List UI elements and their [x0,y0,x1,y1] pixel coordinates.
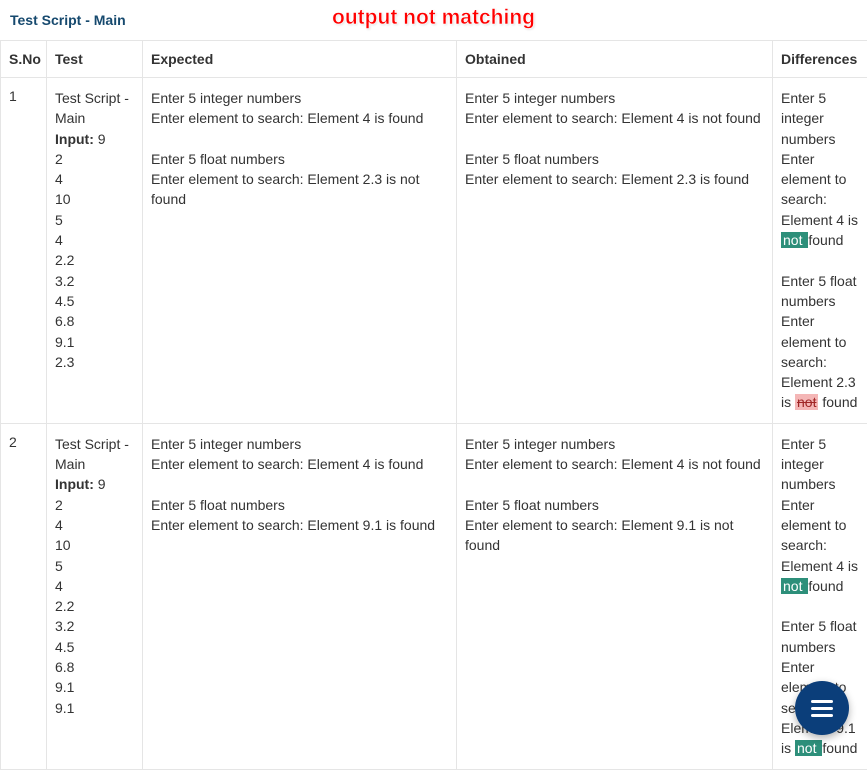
diff-text: found [818,394,857,410]
test-name: Test Script - Main [55,436,129,472]
diff-inserted: not [781,578,808,594]
cell-test: Test Script - Main Input: 9 2 4 10 5 4 2… [47,423,143,769]
col-obtained: Obtained [457,41,773,78]
cell-obtained: Enter 5 integer numbers Enter element to… [457,423,773,769]
diff-inserted: not [795,740,822,756]
cell-sno: 1 [1,78,47,424]
cell-obtained: Enter 5 integer numbers Enter element to… [457,78,773,424]
diff-text: found [808,232,843,248]
cell-sno: 2 [1,423,47,769]
cell-expected: Enter 5 integer numbers Enter element to… [143,423,457,769]
page-title: Test Script - Main [10,12,126,28]
input-first: 9 [98,131,106,147]
table-header-row: S.No Test Expected Obtained Differences [1,41,867,78]
diff-text: Enter 5 float numbers Enter element to s… [781,273,857,411]
menu-fab[interactable] [795,681,849,735]
table-row: 1 Test Script - Main Input: 9 2 4 10 5 4… [1,78,867,424]
hamburger-icon [811,707,833,710]
diff-inserted: not [781,232,808,248]
col-test: Test [47,41,143,78]
col-differences: Differences [773,41,867,78]
diff-text: Enter 5 integer numbers Enter element to… [781,90,858,228]
diff-text: found [822,740,857,756]
diff-deleted: not [795,394,818,410]
cell-test: Test Script - Main Input: 9 2 4 10 5 4 2… [47,78,143,424]
input-rest: 2 4 10 5 4 2.2 3.2 4.5 6.8 9.1 2.3 [55,151,74,370]
diff-text: found [808,578,843,594]
test-name: Test Script - Main [55,90,129,126]
overlay-annotation: output not matching [332,6,535,30]
table-row: 2 Test Script - Main Input: 9 2 4 10 5 4… [1,423,867,769]
col-expected: Expected [143,41,457,78]
cell-expected: Enter 5 integer numbers Enter element to… [143,78,457,424]
input-label: Input: [55,476,94,492]
col-sno: S.No [1,41,47,78]
header: Test Script - Main output not matching [0,0,867,40]
input-label: Input: [55,131,94,147]
diff-text: Enter 5 integer numbers Enter element to… [781,436,858,574]
input-rest: 2 4 10 5 4 2.2 3.2 4.5 6.8 9.1 9.1 [55,497,74,716]
input-first: 9 [98,476,106,492]
cell-differences: Enter 5 integer numbers Enter element to… [773,78,867,424]
results-table: S.No Test Expected Obtained Differences … [0,40,867,770]
